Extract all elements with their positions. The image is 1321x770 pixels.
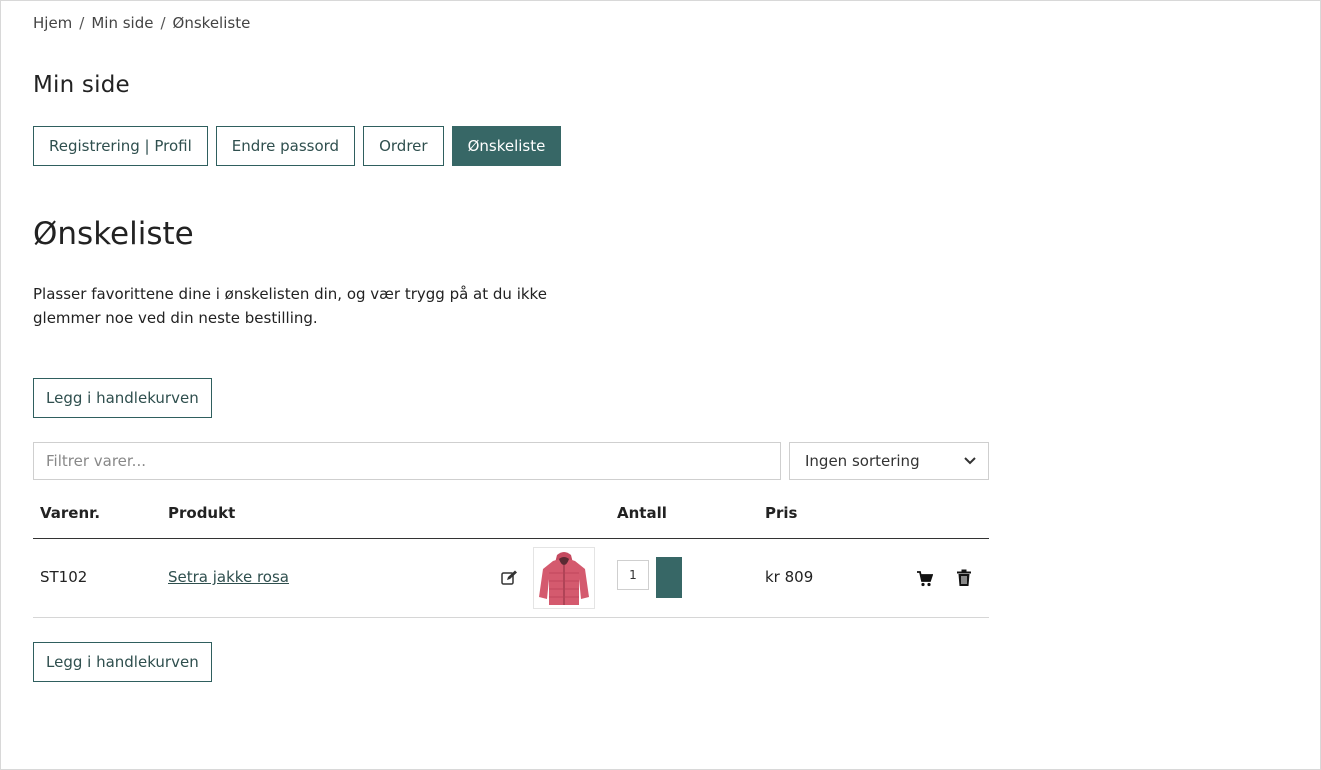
tab-wishlist[interactable]: Ønskeliste [451, 126, 562, 166]
sort-select[interactable]: Ingen sortering [789, 442, 989, 480]
add-to-cart-button-top[interactable]: Legg i handlekurven [33, 378, 212, 418]
trash-icon[interactable] [956, 569, 972, 587]
header-product: Produkt [168, 504, 236, 522]
breadcrumb-current: Ønskeliste [172, 14, 251, 32]
filter-input[interactable] [33, 442, 781, 480]
quantity-input[interactable] [617, 560, 649, 590]
header-quantity: Antall [617, 504, 667, 522]
table-header: Varenr. Produkt Antall Pris [33, 496, 989, 539]
chevron-down-icon [964, 454, 976, 468]
breadcrumb-separator: / [160, 14, 166, 32]
product-image [533, 547, 595, 609]
header-sku: Varenr. [40, 504, 101, 522]
cart-icon[interactable] [916, 570, 934, 587]
breadcrumb-separator: / [79, 14, 85, 32]
intro-text: Plasser favorittene dine i ønskelisten d… [33, 285, 547, 327]
add-to-cart-button-bottom[interactable]: Legg i handlekurven [33, 642, 212, 682]
quantity-update-button[interactable] [656, 557, 682, 598]
edit-icon[interactable] [500, 569, 518, 587]
sort-selected-value: Ingen sortering [805, 452, 920, 470]
table-row: ST102 Setra jakke rosa kr 809 [33, 539, 989, 618]
row-sku: ST102 [40, 568, 88, 586]
tab-change-password[interactable]: Endre passord [215, 126, 356, 166]
page-title: Min side [33, 72, 130, 98]
tab-profile[interactable]: Registrering | Profil [33, 126, 208, 166]
tab-orders[interactable]: Ordrer [363, 126, 444, 166]
breadcrumb-home[interactable]: Hjem [33, 14, 72, 32]
header-price: Pris [765, 504, 798, 522]
product-link[interactable]: Setra jakke rosa [168, 568, 289, 586]
jacket-image [539, 552, 589, 605]
breadcrumb-my-page[interactable]: Min side [91, 14, 153, 32]
account-tabs: Registrering | Profil Endre passord Ordr… [33, 126, 562, 166]
breadcrumb: Hjem / Min side / Ønskeliste [33, 14, 250, 32]
section-title: Ønskeliste [33, 216, 194, 252]
row-price: kr 809 [765, 568, 814, 586]
